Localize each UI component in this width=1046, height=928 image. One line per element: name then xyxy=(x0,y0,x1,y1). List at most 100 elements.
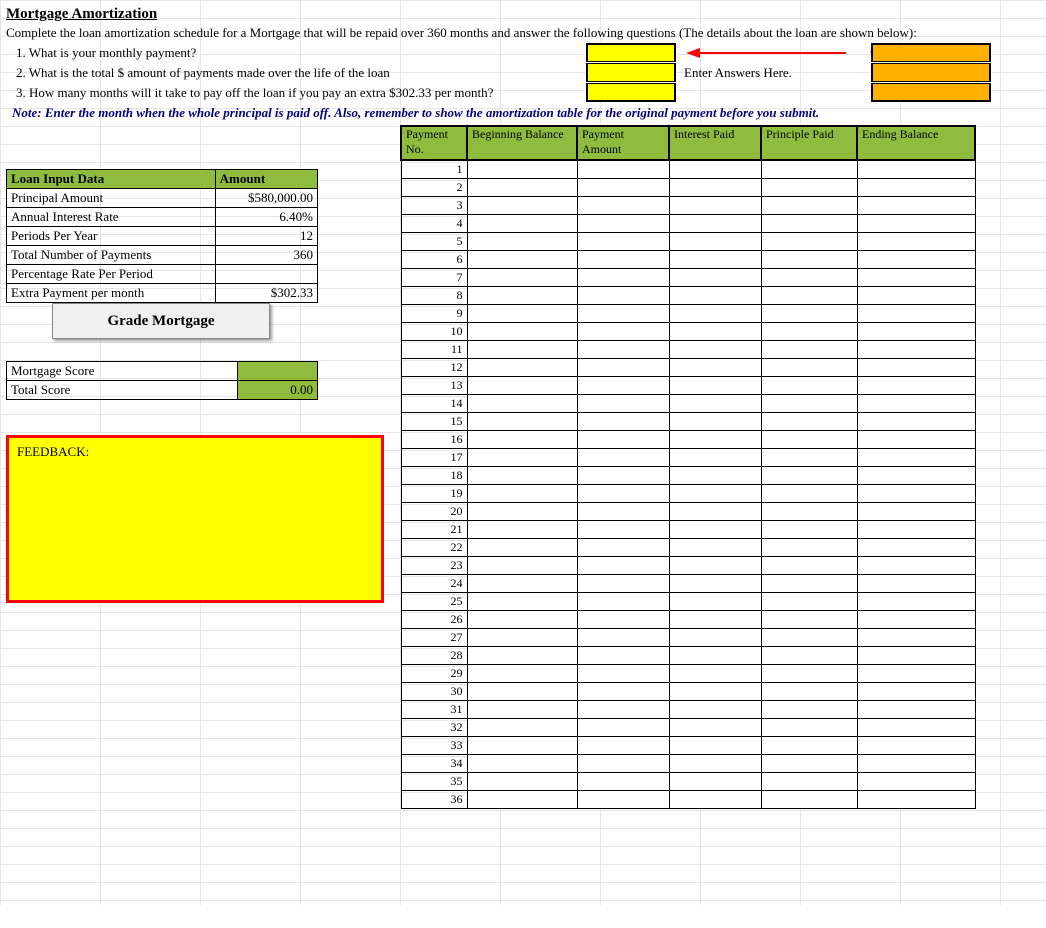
amort-cell[interactable] xyxy=(669,646,761,664)
amort-cell[interactable] xyxy=(577,448,669,466)
amort-cell[interactable] xyxy=(669,628,761,646)
amort-cell[interactable] xyxy=(761,376,857,394)
amort-cell[interactable] xyxy=(669,412,761,430)
amort-cell[interactable] xyxy=(669,790,761,808)
amort-cell[interactable] xyxy=(761,772,857,790)
amort-cell[interactable] xyxy=(467,178,577,196)
loan-row-value[interactable]: 12 xyxy=(215,227,317,246)
amort-cell[interactable] xyxy=(857,628,975,646)
amort-cell[interactable] xyxy=(761,268,857,286)
amort-cell[interactable] xyxy=(669,196,761,214)
amort-cell[interactable] xyxy=(761,520,857,538)
answer-input-3[interactable] xyxy=(586,83,676,102)
amort-cell[interactable] xyxy=(669,682,761,700)
amort-cell[interactable] xyxy=(467,646,577,664)
loan-row-value[interactable]: $302.33 xyxy=(215,284,317,303)
amort-cell[interactable] xyxy=(467,700,577,718)
amort-cell[interactable] xyxy=(467,502,577,520)
amort-cell[interactable] xyxy=(577,358,669,376)
amort-cell[interactable] xyxy=(467,322,577,340)
amort-cell[interactable] xyxy=(577,466,669,484)
amort-cell[interactable] xyxy=(857,574,975,592)
amort-cell[interactable] xyxy=(857,484,975,502)
amort-cell[interactable] xyxy=(467,520,577,538)
loan-row-value[interactable] xyxy=(215,265,317,284)
amort-cell[interactable] xyxy=(669,322,761,340)
amort-cell[interactable] xyxy=(857,394,975,412)
amort-cell[interactable] xyxy=(761,754,857,772)
amort-cell[interactable] xyxy=(577,610,669,628)
amort-cell[interactable] xyxy=(761,502,857,520)
amort-cell[interactable] xyxy=(857,790,975,808)
amort-cell[interactable] xyxy=(467,592,577,610)
amort-cell[interactable] xyxy=(577,376,669,394)
amort-cell[interactable] xyxy=(669,430,761,448)
amort-cell[interactable] xyxy=(761,160,857,178)
amort-cell[interactable] xyxy=(577,412,669,430)
amort-cell[interactable] xyxy=(669,556,761,574)
amort-cell[interactable] xyxy=(669,268,761,286)
amort-cell[interactable] xyxy=(761,322,857,340)
amort-cell[interactable] xyxy=(467,718,577,736)
amort-cell[interactable] xyxy=(577,232,669,250)
amort-cell[interactable] xyxy=(467,610,577,628)
amort-cell[interactable] xyxy=(577,754,669,772)
amort-cell[interactable] xyxy=(857,718,975,736)
amort-cell[interactable] xyxy=(467,304,577,322)
amort-cell[interactable] xyxy=(857,214,975,232)
amort-cell[interactable] xyxy=(857,376,975,394)
amort-cell[interactable] xyxy=(669,250,761,268)
amort-cell[interactable] xyxy=(761,538,857,556)
amort-cell[interactable] xyxy=(467,628,577,646)
amort-cell[interactable] xyxy=(577,394,669,412)
amort-cell[interactable] xyxy=(467,448,577,466)
amort-cell[interactable] xyxy=(761,574,857,592)
amort-cell[interactable] xyxy=(761,232,857,250)
amort-cell[interactable] xyxy=(857,646,975,664)
amort-cell[interactable] xyxy=(669,448,761,466)
amort-cell[interactable] xyxy=(857,160,975,178)
amort-cell[interactable] xyxy=(467,772,577,790)
amort-cell[interactable] xyxy=(857,700,975,718)
amort-cell[interactable] xyxy=(857,610,975,628)
amort-cell[interactable] xyxy=(669,520,761,538)
amort-cell[interactable] xyxy=(467,340,577,358)
amort-cell[interactable] xyxy=(577,430,669,448)
amort-cell[interactable] xyxy=(761,430,857,448)
amort-cell[interactable] xyxy=(467,196,577,214)
amort-cell[interactable] xyxy=(857,232,975,250)
grade-mortgage-button[interactable]: Grade Mortgage xyxy=(52,303,270,339)
amort-cell[interactable] xyxy=(761,556,857,574)
amort-cell[interactable] xyxy=(857,250,975,268)
amort-cell[interactable] xyxy=(857,304,975,322)
amort-cell[interactable] xyxy=(577,502,669,520)
amort-cell[interactable] xyxy=(577,250,669,268)
amort-cell[interactable] xyxy=(857,340,975,358)
amort-cell[interactable] xyxy=(467,430,577,448)
loan-row-value[interactable]: 6.40% xyxy=(215,208,317,227)
amort-cell[interactable] xyxy=(761,214,857,232)
amort-cell[interactable] xyxy=(669,538,761,556)
amort-cell[interactable] xyxy=(857,430,975,448)
amort-cell[interactable] xyxy=(669,466,761,484)
amort-cell[interactable] xyxy=(669,700,761,718)
amort-cell[interactable] xyxy=(669,736,761,754)
amort-cell[interactable] xyxy=(761,178,857,196)
amort-cell[interactable] xyxy=(857,736,975,754)
amort-cell[interactable] xyxy=(669,376,761,394)
amort-cell[interactable] xyxy=(857,772,975,790)
amort-cell[interactable] xyxy=(669,664,761,682)
amort-cell[interactable] xyxy=(577,790,669,808)
amort-cell[interactable] xyxy=(669,304,761,322)
amort-cell[interactable] xyxy=(761,736,857,754)
amort-cell[interactable] xyxy=(761,484,857,502)
loan-row-value[interactable]: $580,000.00 xyxy=(215,189,317,208)
amort-cell[interactable] xyxy=(761,196,857,214)
amort-cell[interactable] xyxy=(467,484,577,502)
amort-cell[interactable] xyxy=(577,628,669,646)
amort-cell[interactable] xyxy=(669,772,761,790)
amort-cell[interactable] xyxy=(577,322,669,340)
amort-cell[interactable] xyxy=(761,358,857,376)
amort-cell[interactable] xyxy=(857,502,975,520)
amort-cell[interactable] xyxy=(467,286,577,304)
